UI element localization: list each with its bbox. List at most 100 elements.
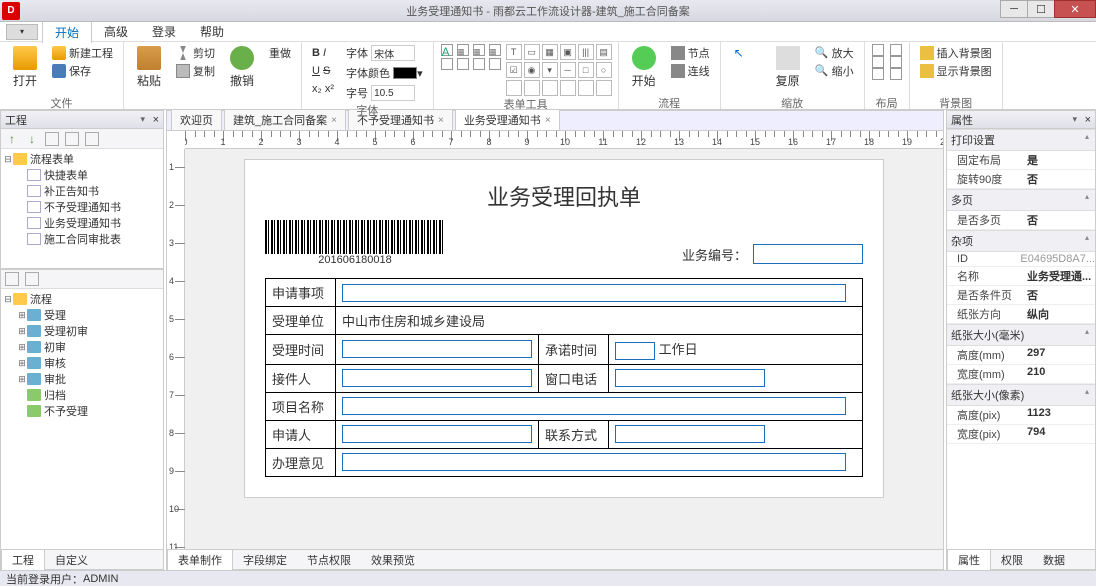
zoom-out-button[interactable]: 🔍缩小 <box>811 62 858 80</box>
align-right-icon[interactable]: ≡ <box>473 44 485 56</box>
tool-field[interactable]: ▭ <box>524 44 540 60</box>
insert-bg-button[interactable]: 插入背景图 <box>916 44 996 62</box>
select-button[interactable]: ↖ <box>727 44 765 72</box>
prop-row[interactable]: 宽度(mm)210 <box>947 365 1095 384</box>
apply-item-field[interactable] <box>342 284 846 302</box>
copy-icon[interactable] <box>85 132 99 146</box>
tool-e[interactable] <box>578 80 594 96</box>
close-icon[interactable]: × <box>331 115 337 126</box>
list-icon[interactable] <box>473 58 485 70</box>
prop-group-misc[interactable]: 杂项 <box>947 230 1095 252</box>
tool-combo[interactable]: ▾ <box>542 62 558 78</box>
process-item[interactable]: 归档 <box>17 387 161 403</box>
sub-sup-button[interactable]: x₂ x² <box>308 80 338 98</box>
indent-icon[interactable] <box>441 58 453 70</box>
form-item[interactable]: 施工合同审批表 <box>17 231 161 247</box>
tool-image[interactable]: ▣ <box>560 44 576 60</box>
up-arrow-icon[interactable]: ↑ <box>5 132 19 146</box>
tab-form-design[interactable]: 表单制作 <box>167 549 233 570</box>
prop-row[interactable]: 宽度(pix)794 <box>947 425 1095 444</box>
align-bot-icon[interactable] <box>872 68 884 80</box>
tool-line[interactable]: ─ <box>560 62 576 78</box>
tab-custom[interactable]: 自定义 <box>45 550 98 570</box>
paste-button[interactable]: 粘贴 <box>130 44 168 89</box>
chevron-down-icon[interactable]: ▾ <box>140 114 145 125</box>
dist-h-icon[interactable] <box>890 44 902 56</box>
tool-barcode[interactable]: ||| <box>578 44 594 60</box>
process-item[interactable]: 不予受理 <box>17 403 161 419</box>
prop-group-print[interactable]: 打印设置 <box>947 129 1095 151</box>
maximize-button[interactable]: ☐ <box>1027 0 1055 18</box>
tab-perms[interactable]: 权限 <box>991 550 1033 570</box>
ribbon-toggle[interactable]: ▾ <box>6 24 38 40</box>
promise-time-field[interactable] <box>615 342 655 360</box>
menu-help[interactable]: 帮助 <box>188 21 236 42</box>
grid-icon[interactable] <box>890 68 902 80</box>
biz-number-field[interactable] <box>753 244 863 264</box>
doc-tab-welcome[interactable]: 欢迎页 <box>171 109 222 130</box>
close-icon[interactable]: × <box>153 114 159 126</box>
contact-field[interactable] <box>615 425 765 443</box>
tool-b[interactable] <box>524 80 540 96</box>
process-item[interactable]: ⊞受理 <box>17 307 161 323</box>
flow-connect-button[interactable]: 连线 <box>667 62 714 80</box>
design-canvas[interactable]: 业务受理回执单 201606180018 业务编号： 申请事项 受 <box>185 149 943 549</box>
font-combo[interactable]: 宋体 <box>371 45 415 61</box>
doc-tab-accept[interactable]: 业务受理通知书× <box>455 109 560 130</box>
prop-row[interactable]: 是否多页否 <box>947 211 1095 230</box>
form-item[interactable]: 业务受理通知书 <box>17 215 161 231</box>
tool-d[interactable] <box>560 80 576 96</box>
process-item[interactable]: ⊞审批 <box>17 371 161 387</box>
flow-node-button[interactable]: 节点 <box>667 44 714 62</box>
tool-check[interactable]: ☑ <box>506 62 522 78</box>
prop-row[interactable]: 旋转90度否 <box>947 170 1095 189</box>
redo-button[interactable]: 重做 <box>265 44 295 62</box>
tool-radio[interactable]: ◉ <box>524 62 540 78</box>
delete-icon[interactable] <box>65 132 79 146</box>
form-item[interactable]: 不予受理通知书 <box>17 199 161 215</box>
open-button[interactable]: 打开 <box>6 44 44 89</box>
tab-project[interactable]: 工程 <box>1 549 45 570</box>
size-combo[interactable]: 10.5 <box>371 85 415 101</box>
process-root-node[interactable]: ⊟流程 <box>3 291 161 307</box>
tab-node-perm[interactable]: 节点权限 <box>297 550 361 570</box>
prop-row[interactable]: 高度(pix)1123 <box>947 406 1095 425</box>
zoom-reset-button[interactable]: 复原 <box>769 44 807 89</box>
close-icon[interactable]: × <box>438 115 444 126</box>
menu-login[interactable]: 登录 <box>140 21 188 42</box>
align-mid-icon[interactable] <box>872 56 884 68</box>
prop-row[interactable]: 高度(mm)297 <box>947 346 1095 365</box>
form-item[interactable]: 补正告知书 <box>17 183 161 199</box>
tool-circle[interactable]: ○ <box>596 62 612 78</box>
add-icon[interactable] <box>45 132 59 146</box>
accept-time-field[interactable] <box>342 340 532 358</box>
barcode[interactable]: 201606180018 <box>265 220 445 264</box>
tab-props[interactable]: 属性 <box>947 549 991 570</box>
forms-root-node[interactable]: ⊟流程表单 <box>3 151 161 167</box>
dist-v-icon[interactable] <box>890 56 902 68</box>
prop-row[interactable]: 纸张方向纵向 <box>947 305 1095 324</box>
prop-row[interactable]: 是否条件页否 <box>947 286 1095 305</box>
numlist-icon[interactable] <box>489 58 501 70</box>
bold-button[interactable]: B I <box>308 44 338 62</box>
menu-start[interactable]: 开始 <box>42 21 92 43</box>
copy-button[interactable]: 复制 <box>172 62 219 80</box>
process-item[interactable]: ⊞初审 <box>17 339 161 355</box>
show-bg-button[interactable]: 显示背景图 <box>916 62 996 80</box>
new-project-button[interactable]: 新建工程 <box>48 44 117 62</box>
align-top-icon[interactable] <box>872 44 884 56</box>
tab-data[interactable]: 数据 <box>1033 550 1075 570</box>
save-button[interactable]: 保存 <box>48 62 117 80</box>
align-just-icon[interactable]: ≡ <box>489 44 501 56</box>
prop-group-size-mm[interactable]: 纸张大小(毫米) <box>947 324 1095 346</box>
prop-group-size-px[interactable]: 纸张大小(像素) <box>947 384 1095 406</box>
down-arrow-icon[interactable]: ↓ <box>25 132 39 146</box>
prop-group-multipage[interactable]: 多页 <box>947 189 1095 211</box>
window-phone-field[interactable] <box>615 369 765 387</box>
add2-icon[interactable] <box>5 272 19 286</box>
prop-row[interactable]: IDE04695D8A7... <box>947 252 1095 267</box>
prop-row[interactable]: 固定布局是 <box>947 151 1095 170</box>
prop-row[interactable]: 名称业务受理通... <box>947 267 1095 286</box>
align-left-icon[interactable]: A <box>441 44 453 56</box>
tool-table[interactable]: ▦ <box>542 44 558 60</box>
